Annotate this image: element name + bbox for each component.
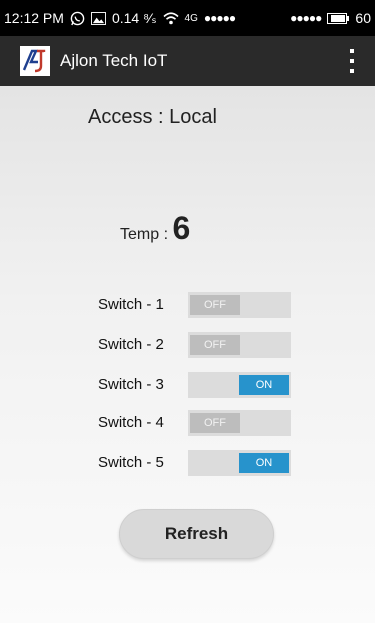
data-rate: 0.14 ⁸⁄ₛ: [111, 9, 157, 26]
status-time: 12:12 PM: [4, 10, 64, 26]
battery-level: 60: [355, 10, 371, 26]
toggle-state: OFF: [190, 295, 240, 315]
toggle-state: ON: [239, 375, 289, 395]
status-bar: 12:12 PM 0.14 ⁸⁄ₛ 4G ●●●●● ●●●●● 60: [0, 0, 375, 36]
temp-value: 6: [172, 210, 191, 246]
battery-icon: [327, 12, 350, 24]
app-logo-icon: [20, 46, 50, 76]
switch-label: Switch - 3: [98, 376, 164, 393]
signal-strength-2: ●●●●●: [290, 11, 322, 25]
network-type: 4G: [184, 12, 198, 24]
app-title: Ajlon Tech IoT: [60, 51, 168, 70]
switch-row-3: Switch - 3 ON: [0, 372, 375, 398]
switch-row-1: Switch - 1 OFF: [0, 292, 375, 318]
refresh-button[interactable]: Refresh: [119, 509, 274, 559]
toggle-state: OFF: [190, 335, 240, 355]
overflow-menu-icon[interactable]: [347, 49, 357, 73]
toggle-state: OFF: [190, 413, 240, 433]
switch-4-toggle[interactable]: OFF: [188, 410, 291, 436]
whatsapp-icon: [70, 11, 85, 26]
toggle-state: ON: [239, 453, 289, 473]
switch-3-toggle[interactable]: ON: [188, 372, 291, 398]
temperature-display: Temp : 6: [120, 210, 190, 247]
app-bar: Ajlon Tech IoT: [0, 36, 375, 86]
switch-1-toggle[interactable]: OFF: [188, 292, 291, 318]
switch-row-2: Switch - 2 OFF: [0, 332, 375, 358]
switch-row-5: Switch - 5 ON: [0, 450, 375, 476]
switch-label: Switch - 1: [98, 296, 164, 313]
signal-strength-1: ●●●●●: [203, 11, 236, 25]
switch-2-toggle[interactable]: OFF: [188, 332, 291, 358]
switch-row-4: Switch - 4 OFF: [0, 410, 375, 436]
main-content: Access : Local Temp : 6 Switch - 1 OFF S…: [0, 86, 375, 623]
switch-label: Switch - 5: [98, 454, 164, 471]
switch-5-toggle[interactable]: ON: [188, 450, 291, 476]
switch-label: Switch - 2: [98, 336, 164, 353]
access-mode-text: Access : Local: [88, 106, 217, 128]
switch-label: Switch - 4: [98, 414, 164, 431]
image-icon: [91, 11, 106, 25]
wifi-icon: [163, 11, 179, 25]
temp-label: Temp :: [120, 226, 169, 243]
